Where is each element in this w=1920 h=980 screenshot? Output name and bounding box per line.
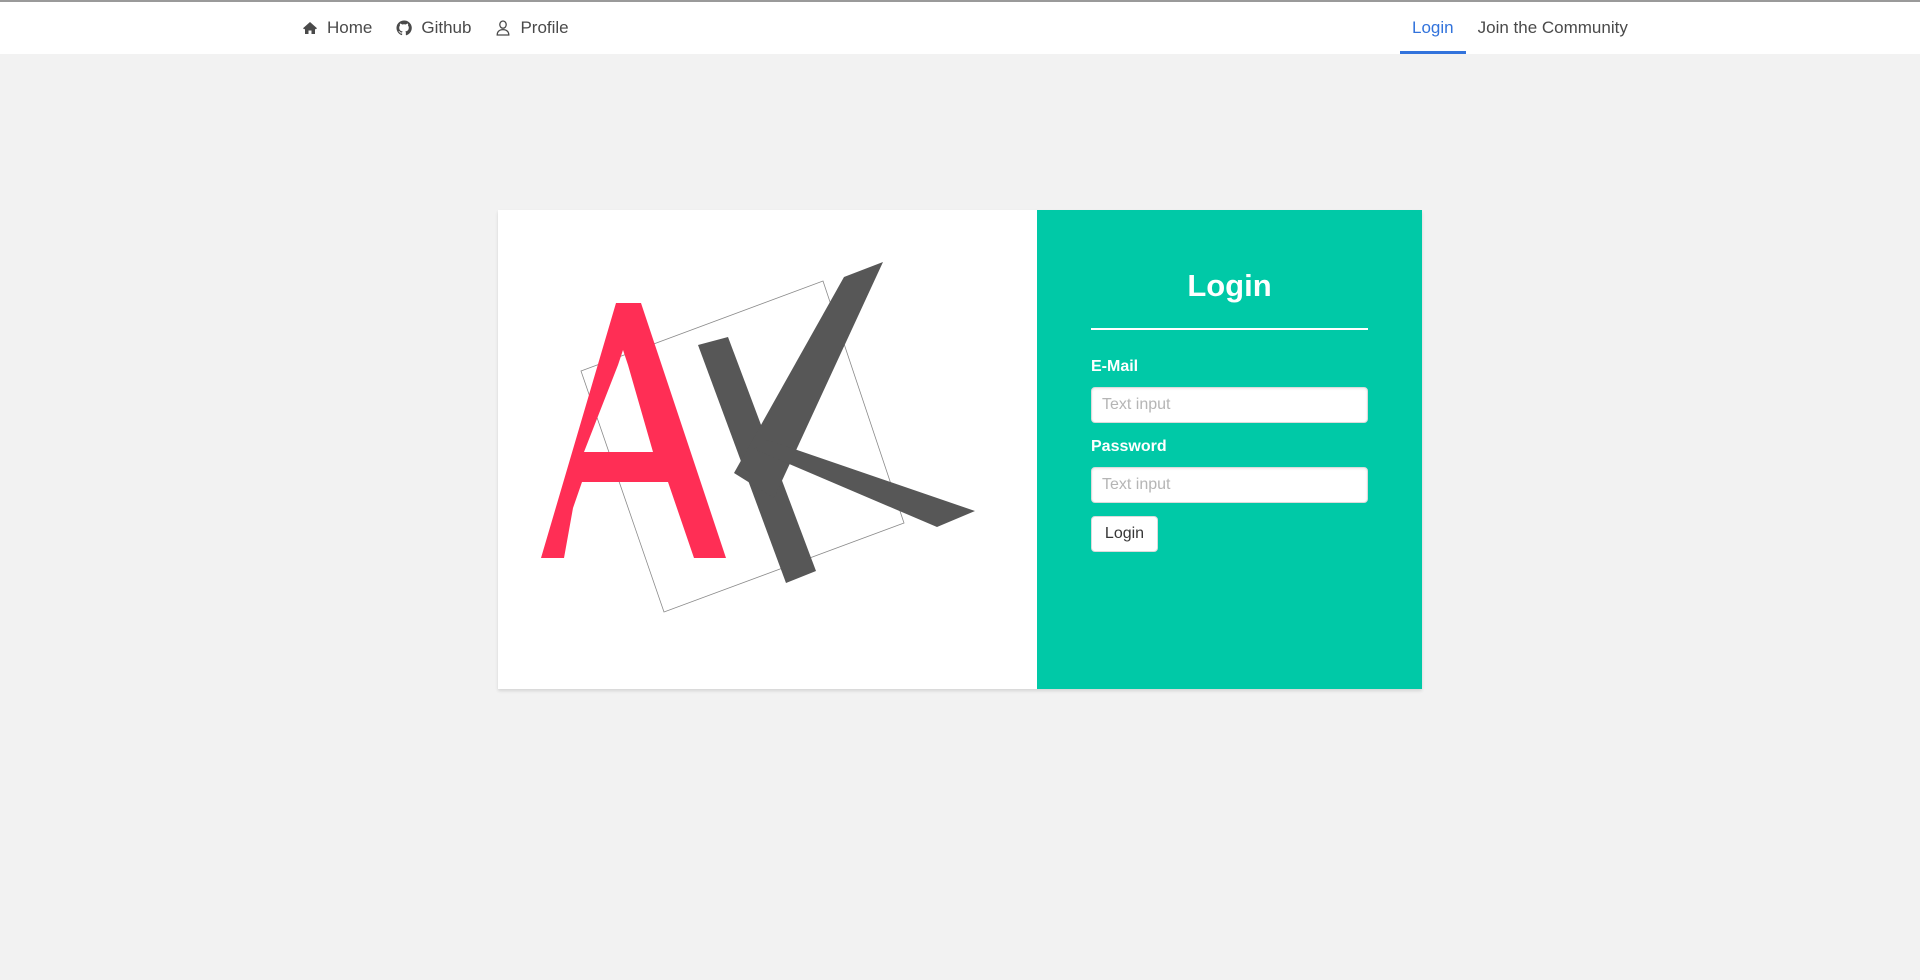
login-button[interactable]: Login xyxy=(1091,516,1158,552)
title-divider xyxy=(1091,328,1368,330)
user-icon xyxy=(495,20,511,36)
nav-item-home[interactable]: Home xyxy=(290,2,384,54)
login-title: Login xyxy=(1187,268,1272,303)
navbar-start: Home Github Profile xyxy=(290,2,581,54)
home-icon xyxy=(302,20,318,36)
ak-logo xyxy=(541,262,975,613)
navbar-end: Login Join the Community xyxy=(1400,2,1640,54)
login-panel: Login E-Mail Password Login xyxy=(1037,210,1422,689)
email-field[interactable] xyxy=(1091,387,1368,423)
nav-item-join-community[interactable]: Join the Community xyxy=(1466,2,1640,54)
nav-item-label: Github xyxy=(421,18,472,37)
nav-item-github[interactable]: Github xyxy=(384,2,483,54)
nav-item-label: Home xyxy=(327,18,373,37)
password-field[interactable] xyxy=(1091,467,1368,503)
nav-item-label: Login xyxy=(1412,18,1454,37)
nav-item-profile[interactable]: Profile xyxy=(483,2,580,54)
logo-panel xyxy=(498,210,1037,689)
nav-item-login[interactable]: Login xyxy=(1400,2,1466,54)
logo-letter-a xyxy=(541,303,726,558)
login-card: Login E-Mail Password Login xyxy=(498,210,1422,689)
email-label: E-Mail xyxy=(1091,358,1139,375)
nav-item-label: Profile xyxy=(520,18,569,37)
password-label: Password xyxy=(1091,438,1167,455)
nav-item-label: Join the Community xyxy=(1477,18,1628,37)
top-navbar: Home Github Profile Login Join the Commu… xyxy=(0,2,1920,54)
github-icon xyxy=(396,20,413,36)
